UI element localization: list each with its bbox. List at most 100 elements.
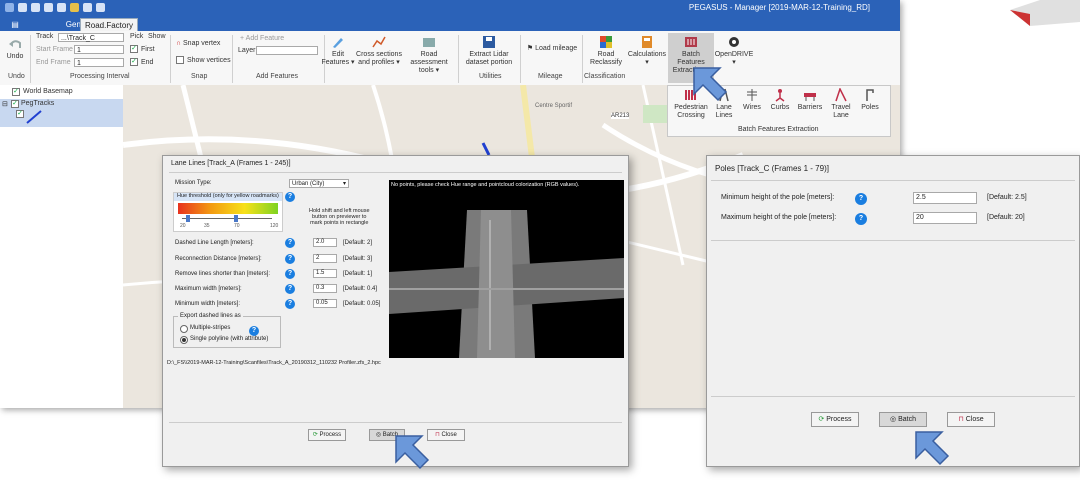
show-vertices-checkbox[interactable] [176, 56, 184, 64]
wires-label: Wires [743, 104, 761, 111]
calculations-button[interactable]: Calculations ▾ [626, 35, 668, 67]
ribbon: Undo Undo Track ...\Track_C Pick Show St… [0, 31, 900, 86]
hue-slider-min-thumb[interactable] [186, 215, 190, 222]
quick-access-icon[interactable] [96, 3, 105, 12]
divider [711, 240, 1075, 241]
lane-lines-dialog: Lane Lines [Track_A (Frames 1 - 245)] Mi… [162, 155, 629, 467]
snap-vertex-button[interactable]: ∩ Snap vertex [176, 40, 220, 47]
pegtracks-checkbox[interactable]: ✓ [11, 100, 19, 108]
single-polyline-radio[interactable] [180, 336, 188, 344]
process-button[interactable]: ⟳ Process [811, 412, 859, 427]
track-checkbox[interactable]: ✓ [16, 110, 24, 118]
param-label: Dashed Line Length [meters]: [175, 240, 254, 246]
help-icon[interactable]: ? [285, 284, 295, 294]
reconnection-distance-input[interactable]: 2 [313, 254, 337, 263]
separator [170, 35, 171, 83]
help-icon[interactable]: ? [855, 193, 867, 205]
world-basemap-label: World Basemap [23, 88, 73, 95]
refresh-icon: ⟳ [818, 416, 825, 423]
lane-lines-title: Lane Lines [Track_A (Frames 1 - 245)] [171, 160, 291, 167]
edit-features-button[interactable]: Edit Features ▾ [320, 35, 356, 67]
hue-tick: 120 [270, 223, 279, 229]
close-button[interactable]: ⊓ Close [947, 412, 995, 427]
help-icon[interactable]: ? [249, 326, 259, 336]
quick-access-icon[interactable] [31, 3, 40, 12]
end-frame-label: End Frame [36, 59, 71, 66]
chevron-down-icon: ▾ [342, 181, 346, 187]
hue-slider-track[interactable] [182, 218, 272, 219]
pointer-arrow-icon [395, 435, 430, 470]
help-icon[interactable]: ? [285, 269, 295, 279]
help-icon[interactable]: ? [285, 192, 295, 202]
separator [30, 35, 31, 83]
group-label-processing: Processing Interval [70, 73, 130, 80]
min-height-input[interactable]: 2.5 [913, 192, 977, 204]
mission-type-value: Urban (City) [292, 181, 325, 187]
first-checkbox[interactable]: ✓ [130, 45, 138, 53]
poles-label: Poles [861, 104, 879, 111]
road-assessment-button[interactable]: Road assessment tools ▾ [402, 35, 456, 75]
max-height-input[interactable]: 20 [913, 212, 977, 224]
barriers-icon [803, 88, 817, 102]
mission-type-select[interactable]: Urban (City) ▾ [289, 179, 349, 188]
extract-lidar-button[interactable]: Extract Lidar dataset portion [462, 35, 516, 67]
quick-access-icon[interactable] [18, 3, 27, 12]
add-feature-button[interactable]: + Add Feature [240, 35, 284, 42]
travel-lane-button[interactable]: Travel Lane [826, 87, 856, 120]
help-icon[interactable]: ? [285, 254, 295, 264]
barriers-button[interactable]: Barriers [794, 88, 826, 112]
road-assessment-label: Road assessment tools ▾ [410, 51, 448, 74]
batch-icon: ◎ [375, 432, 382, 438]
group-label-add-features: Add Features [256, 73, 299, 80]
expand-icon[interactable]: ⊟ [2, 100, 8, 108]
world-basemap-checkbox[interactable]: ✓ [12, 88, 20, 96]
start-frame-input[interactable]: 1 [74, 45, 124, 54]
flag-icon: ⚑ [526, 45, 534, 52]
app-menu-icon[interactable] [5, 3, 14, 12]
cross-sections-label: Cross sections and profiles ▾ [356, 51, 402, 66]
end-checkbox[interactable]: ✓ [130, 58, 138, 66]
curbs-button[interactable]: Curbs [766, 88, 794, 112]
undo-button[interactable]: Undo [4, 37, 26, 61]
pointcloud-previewer[interactable]: No points, please check Hue range and po… [389, 180, 624, 358]
dashed-line-length-input[interactable]: 2.0 [313, 238, 337, 247]
pointer-arrow-icon [915, 431, 950, 466]
hue-slider-max-thumb[interactable] [234, 215, 238, 222]
quick-access-icon[interactable] [70, 3, 79, 12]
wires-icon [745, 88, 759, 102]
layers-panel: ✓ World Basemap ⊟ ✓ PegTracks ✓ [0, 85, 124, 408]
multiple-stripes-radio[interactable] [180, 325, 188, 333]
corner-graphic [1010, 0, 1080, 26]
cross-sections-button[interactable]: Cross sections and profiles ▾ [356, 35, 402, 67]
load-mileage-button[interactable]: ⚑ Load mileage [524, 45, 580, 53]
undo-icon [8, 37, 22, 51]
curbs-label: Curbs [770, 104, 790, 111]
param-label: Minimum width [meters]: [175, 301, 241, 307]
quick-access-icon[interactable] [44, 3, 53, 12]
layer-select[interactable] [256, 46, 318, 55]
quick-access-icon[interactable] [57, 3, 66, 12]
file-menu-button[interactable]: ▤ [4, 18, 26, 31]
calculator-icon [640, 35, 654, 49]
separator [232, 35, 233, 83]
calculations-label: Calculations ▾ [627, 51, 667, 66]
help-icon[interactable]: ? [285, 238, 295, 248]
param-default: [Default: 3] [343, 256, 373, 262]
minimum-width-input[interactable]: 0.05 [313, 299, 337, 308]
batch-label: Batch [898, 416, 916, 423]
divider [711, 396, 1075, 397]
help-icon[interactable]: ? [855, 213, 867, 225]
quick-access-icon[interactable] [83, 3, 92, 12]
pegtracks-layer-row[interactable]: ⊟ ✓ PegTracks ✓ [0, 99, 123, 127]
help-icon[interactable]: ? [285, 299, 295, 309]
wires-button[interactable]: Wires [738, 88, 766, 112]
end-frame-input[interactable]: 1 [74, 58, 124, 67]
remove-lines-shorter-input[interactable]: 1.5 [313, 269, 337, 278]
track-select[interactable]: ...\Track_C [58, 33, 124, 42]
process-button[interactable]: ⟳ Process [308, 429, 346, 441]
poles-button[interactable]: Poles [856, 88, 884, 112]
road-reclassify-button[interactable]: Road Reclassify [588, 35, 624, 67]
hue-label: Hue threshold (only for yellow roadmarks… [177, 193, 279, 199]
tab-road-factory[interactable]: Road.Factory [80, 18, 138, 32]
maximum-width-input[interactable]: 0.3 [313, 284, 337, 293]
